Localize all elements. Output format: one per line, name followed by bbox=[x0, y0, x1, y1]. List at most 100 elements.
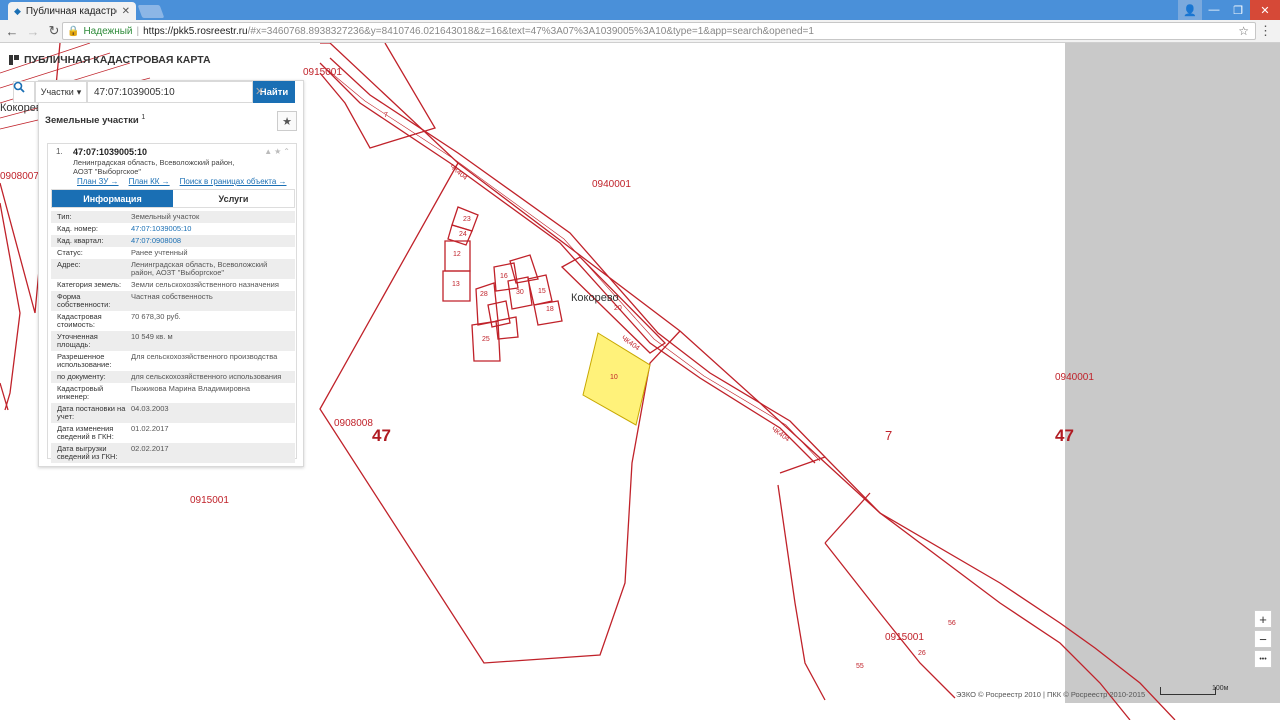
card-address: Ленинградская область, Всеволожский райо… bbox=[73, 158, 235, 176]
forward-icon[interactable]: → bbox=[24, 24, 42, 39]
secure-label: Надежный bbox=[83, 25, 133, 37]
road-edge-c bbox=[323, 66, 821, 462]
results-title: Земельные участки 1 bbox=[45, 114, 145, 126]
app-logo[interactable]: ПУБЛИЧНАЯ КАДАСТРОВАЯ КАРТА bbox=[8, 54, 211, 66]
url-path: /#x=3460768.8938327236&y=8410746.0216430… bbox=[247, 25, 814, 37]
property-value: 10 549 кв. м bbox=[131, 332, 173, 341]
address-separator: | bbox=[136, 25, 140, 37]
property-value: Частная собственность bbox=[131, 292, 213, 301]
property-key: Кад. квартал: bbox=[57, 236, 104, 245]
chevron-down-icon: ▾ bbox=[76, 86, 82, 97]
clear-search-icon[interactable]: ✕ bbox=[255, 85, 264, 98]
property-value: 70 678,30 руб. bbox=[131, 312, 181, 321]
browser-titlebar: ◆ Публичная кадастрова ✕ 👤 — ❐ ✕ bbox=[0, 0, 1280, 20]
parcel-number: 26 bbox=[918, 650, 926, 657]
close-window-icon[interactable]: ✕ bbox=[1250, 0, 1280, 20]
plan-zu-link[interactable]: План ЗУ → bbox=[77, 177, 119, 186]
property-key: Кадастровая стоимость: bbox=[57, 312, 102, 329]
property-value: Ранее учтенный bbox=[131, 248, 188, 257]
property-row: Кадастровая стоимость: 70 678,30 руб. bbox=[51, 311, 295, 331]
search-in-bounds-link[interactable]: Поиск в границах объекта → bbox=[180, 177, 287, 186]
cadastral-map[interactable]: ПУБЛИЧНАЯ КАДАСТРОВАЯ КАРТА 0915001 0908… bbox=[0, 43, 1280, 720]
zoom-controls: + − ••• bbox=[1254, 610, 1272, 668]
property-row: Дата постановки на учет: 04.03.2003 bbox=[51, 403, 295, 423]
quarter-label: 0915001 bbox=[885, 632, 924, 643]
property-key: по документу: bbox=[57, 372, 106, 381]
back-icon[interactable]: ← bbox=[3, 24, 21, 39]
properties-table: Тип: Земельный участок Кад. номер: 47:07:10… bbox=[51, 211, 295, 463]
parcel-number: 20 bbox=[614, 305, 622, 312]
object-type-select[interactable]: Участки ▾ bbox=[35, 81, 87, 103]
parcel-26 bbox=[824, 492, 871, 544]
quarter-label: 0915001 bbox=[303, 67, 342, 78]
search-input[interactable] bbox=[87, 81, 253, 103]
address-bar[interactable]: 🔒 Надежный | https://pkk5.rosreestr.ru /… bbox=[62, 22, 1256, 40]
tab-services[interactable]: Услуги bbox=[173, 190, 294, 207]
url-host: https://pkk5.rosreestr.ru bbox=[143, 25, 248, 37]
place-label: Кокорево bbox=[571, 292, 619, 304]
parcel-number: 24 bbox=[459, 231, 467, 238]
parcel-number: 56 bbox=[948, 620, 956, 627]
parcel-number: 13 bbox=[452, 281, 460, 288]
property-value[interactable]: 47:07:1039005:10 bbox=[131, 225, 295, 233]
parcel-number: 10 bbox=[610, 374, 618, 381]
app-title: ПУБЛИЧНАЯ КАДАСТРОВАЯ КАРТА bbox=[24, 54, 211, 66]
parcel-56 bbox=[824, 542, 956, 699]
region-label: 47 bbox=[372, 426, 391, 445]
district-boundary bbox=[320, 43, 1176, 720]
zoom-out-button[interactable]: − bbox=[1254, 630, 1272, 648]
parcel-number: 15 bbox=[538, 288, 546, 295]
favicon-icon: ◆ bbox=[14, 5, 21, 16]
reload-icon[interactable]: ↻ bbox=[45, 23, 63, 39]
property-value[interactable]: 47:07:0908008 bbox=[131, 237, 295, 245]
parcel-18 bbox=[533, 300, 563, 326]
browser-menu-icon[interactable]: ⋮ bbox=[1259, 23, 1272, 39]
scale-label: 100м bbox=[1212, 685, 1229, 692]
quarter-label: 0908008 bbox=[334, 418, 373, 429]
quarter-label: 0908007 bbox=[0, 171, 39, 182]
property-row: Кад. квартал: 47:07:0908008 bbox=[51, 235, 295, 247]
property-key: Форма собственности: bbox=[57, 292, 111, 309]
minimize-icon[interactable]: — bbox=[1202, 0, 1226, 20]
parcel-misc-a bbox=[487, 300, 511, 328]
property-row: Статус: Ранее учтенный bbox=[51, 247, 295, 259]
property-value: Пыжикова Марина Владимировна bbox=[131, 384, 251, 393]
property-key: Категория земель: bbox=[57, 280, 122, 289]
profile-icon[interactable]: 👤 bbox=[1178, 0, 1202, 20]
lock-icon: 🔒 bbox=[67, 25, 80, 37]
new-tab-button[interactable] bbox=[137, 5, 165, 18]
property-row: Кад. номер: 47:07:1039005:10 bbox=[51, 223, 295, 235]
property-value: 04.03.2003 bbox=[131, 404, 169, 413]
quarter-label: 0940001 bbox=[592, 179, 631, 190]
browser-toolbar: ← → ↻ 🔒 Надежный | https://pkk5.rosreest… bbox=[0, 20, 1280, 43]
tab-close-icon[interactable]: ✕ bbox=[122, 6, 130, 17]
parcel-number: 25 bbox=[482, 336, 490, 343]
more-tools-button[interactable]: ••• bbox=[1254, 650, 1272, 668]
search-icon[interactable] bbox=[13, 81, 35, 103]
property-key: Кадастровый инженер: bbox=[57, 384, 104, 401]
search-panel: Участки ▾ ✕ Найти Земельные участки 1 ★ … bbox=[13, 80, 304, 467]
maximize-icon[interactable]: ❐ bbox=[1226, 0, 1250, 20]
results-count: 1 bbox=[141, 114, 146, 121]
bookmark-star-icon[interactable]: ☆ bbox=[1238, 24, 1249, 38]
card-action-icons[interactable]: ▲★⌃ bbox=[264, 147, 292, 156]
property-key: Статус: bbox=[57, 248, 83, 257]
card-cad-number[interactable]: 47:07:1039005:10 bbox=[73, 147, 147, 157]
quarter-boundary-far-left bbox=[0, 202, 21, 411]
property-value: Земли сельскохозяйственного назначения bbox=[131, 280, 279, 289]
plan-kk-link[interactable]: План КК → bbox=[129, 177, 170, 186]
property-row: Дата изменения сведений в ГКН: 01.02.2017 bbox=[51, 423, 295, 443]
favorite-star-icon[interactable]: ★ bbox=[277, 111, 297, 131]
zoom-in-button[interactable]: + bbox=[1254, 610, 1272, 628]
tab-title: Публичная кадастрова bbox=[25, 5, 117, 17]
logo-icon bbox=[8, 54, 20, 66]
property-key: Тип: bbox=[57, 212, 72, 221]
browser-tab[interactable]: ◆ Публичная кадастрова ✕ bbox=[8, 2, 136, 20]
card-links: План ЗУ → План КК → Поиск в границах объ… bbox=[77, 177, 287, 186]
district-label: 7 bbox=[885, 428, 893, 443]
parcel-number: 18 bbox=[546, 306, 554, 313]
tab-info[interactable]: Информация bbox=[52, 190, 173, 207]
parcel-29 bbox=[509, 254, 539, 284]
search-bar: Участки ▾ ✕ Найти bbox=[13, 81, 305, 103]
region-label: 47 bbox=[1055, 426, 1074, 445]
